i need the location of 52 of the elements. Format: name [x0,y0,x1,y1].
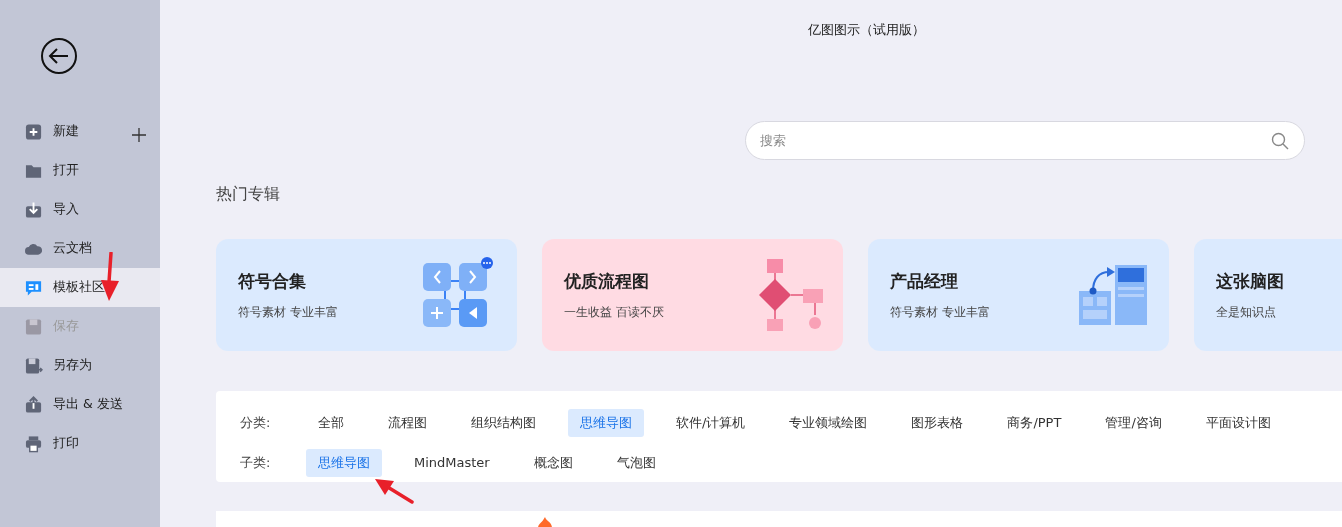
layout-transfer-icon [1077,263,1149,327]
subcategory-chip[interactable]: 思维导图 [306,449,382,477]
floppy-icon [25,317,43,336]
album-title: 优质流程图 [564,270,650,294]
floppy-icon [25,356,43,375]
sidebar-item[interactable]: 云文档 [0,229,160,268]
sidebar-item[interactable]: 新建 [0,112,160,151]
plus-square-icon [25,122,43,141]
subcategory-chip[interactable]: 气泡图 [604,449,668,477]
subcategory-chip[interactable]: 概念图 [521,449,585,477]
album-title: 这张脑图 [1216,270,1284,294]
category-chip[interactable]: 思维导图 [568,409,644,437]
download-icon [25,200,43,219]
flame-icon [536,517,554,527]
album-card[interactable]: 符号合集 符号素材 专业丰富 [216,239,517,351]
category-chip[interactable]: 组织结构图 [459,409,548,437]
search-icon[interactable] [1271,132,1289,150]
category-chip[interactable]: 商务/PPT [995,409,1074,437]
search-field[interactable]: 搜索 [745,121,1305,160]
sidebar-item[interactable]: 导入 [0,190,160,229]
category-chip[interactable]: 流程图 [376,409,439,437]
filter-label: 子类: [240,454,272,473]
album-subtitle: 符号素材 专业丰富 [238,303,338,321]
album-subtitle: 一生收益 百读不厌 [564,303,664,321]
category-chip[interactable]: 平面设计图 [1193,409,1283,437]
filter-label: 分类: [240,414,272,433]
back-icon[interactable] [40,37,78,75]
category-chip[interactable]: 全部 [306,409,356,437]
sidebar-item[interactable]: 打印 [0,424,160,463]
album-title: 符号合集 [238,270,307,294]
category-chip[interactable]: 软件/计算机 [664,409,758,437]
subcategory-chip[interactable]: MindMaster [402,449,502,477]
sidebar-item[interactable]: 另存为 [0,346,160,385]
upload-icon [25,395,43,414]
sidebar-item[interactable]: 导出 & 发送 [0,385,160,424]
category-chip[interactable]: 管理/咨询 [1093,409,1174,437]
annotation-arrow [374,478,414,504]
printer-icon [25,434,43,453]
album-card[interactable]: 优质流程图 一生收益 百读不厌 [542,239,843,351]
sidebar-item[interactable]: 打开 [0,151,160,190]
window-title: 亿图图示（试用版） [807,22,925,37]
chat-icon [25,278,43,297]
sidebar-item[interactable]: 模板社区 [0,268,160,307]
category-chip[interactable]: 图形表格 [899,409,976,437]
album-subtitle: 全是知识点 [1216,303,1277,321]
album-subtitle: 符号素材 专业丰富 [890,303,990,321]
plus-icon[interactable] [132,127,146,142]
category-chip[interactable]: 专业领域绘图 [777,409,880,437]
section-title: 热门专辑 [216,183,281,205]
album-card[interactable]: 产品经理 符号素材 专业丰富 [868,239,1169,351]
album-card[interactable]: 这张脑图 全是知识点 [1194,239,1342,351]
album-title: 产品经理 [890,270,959,294]
